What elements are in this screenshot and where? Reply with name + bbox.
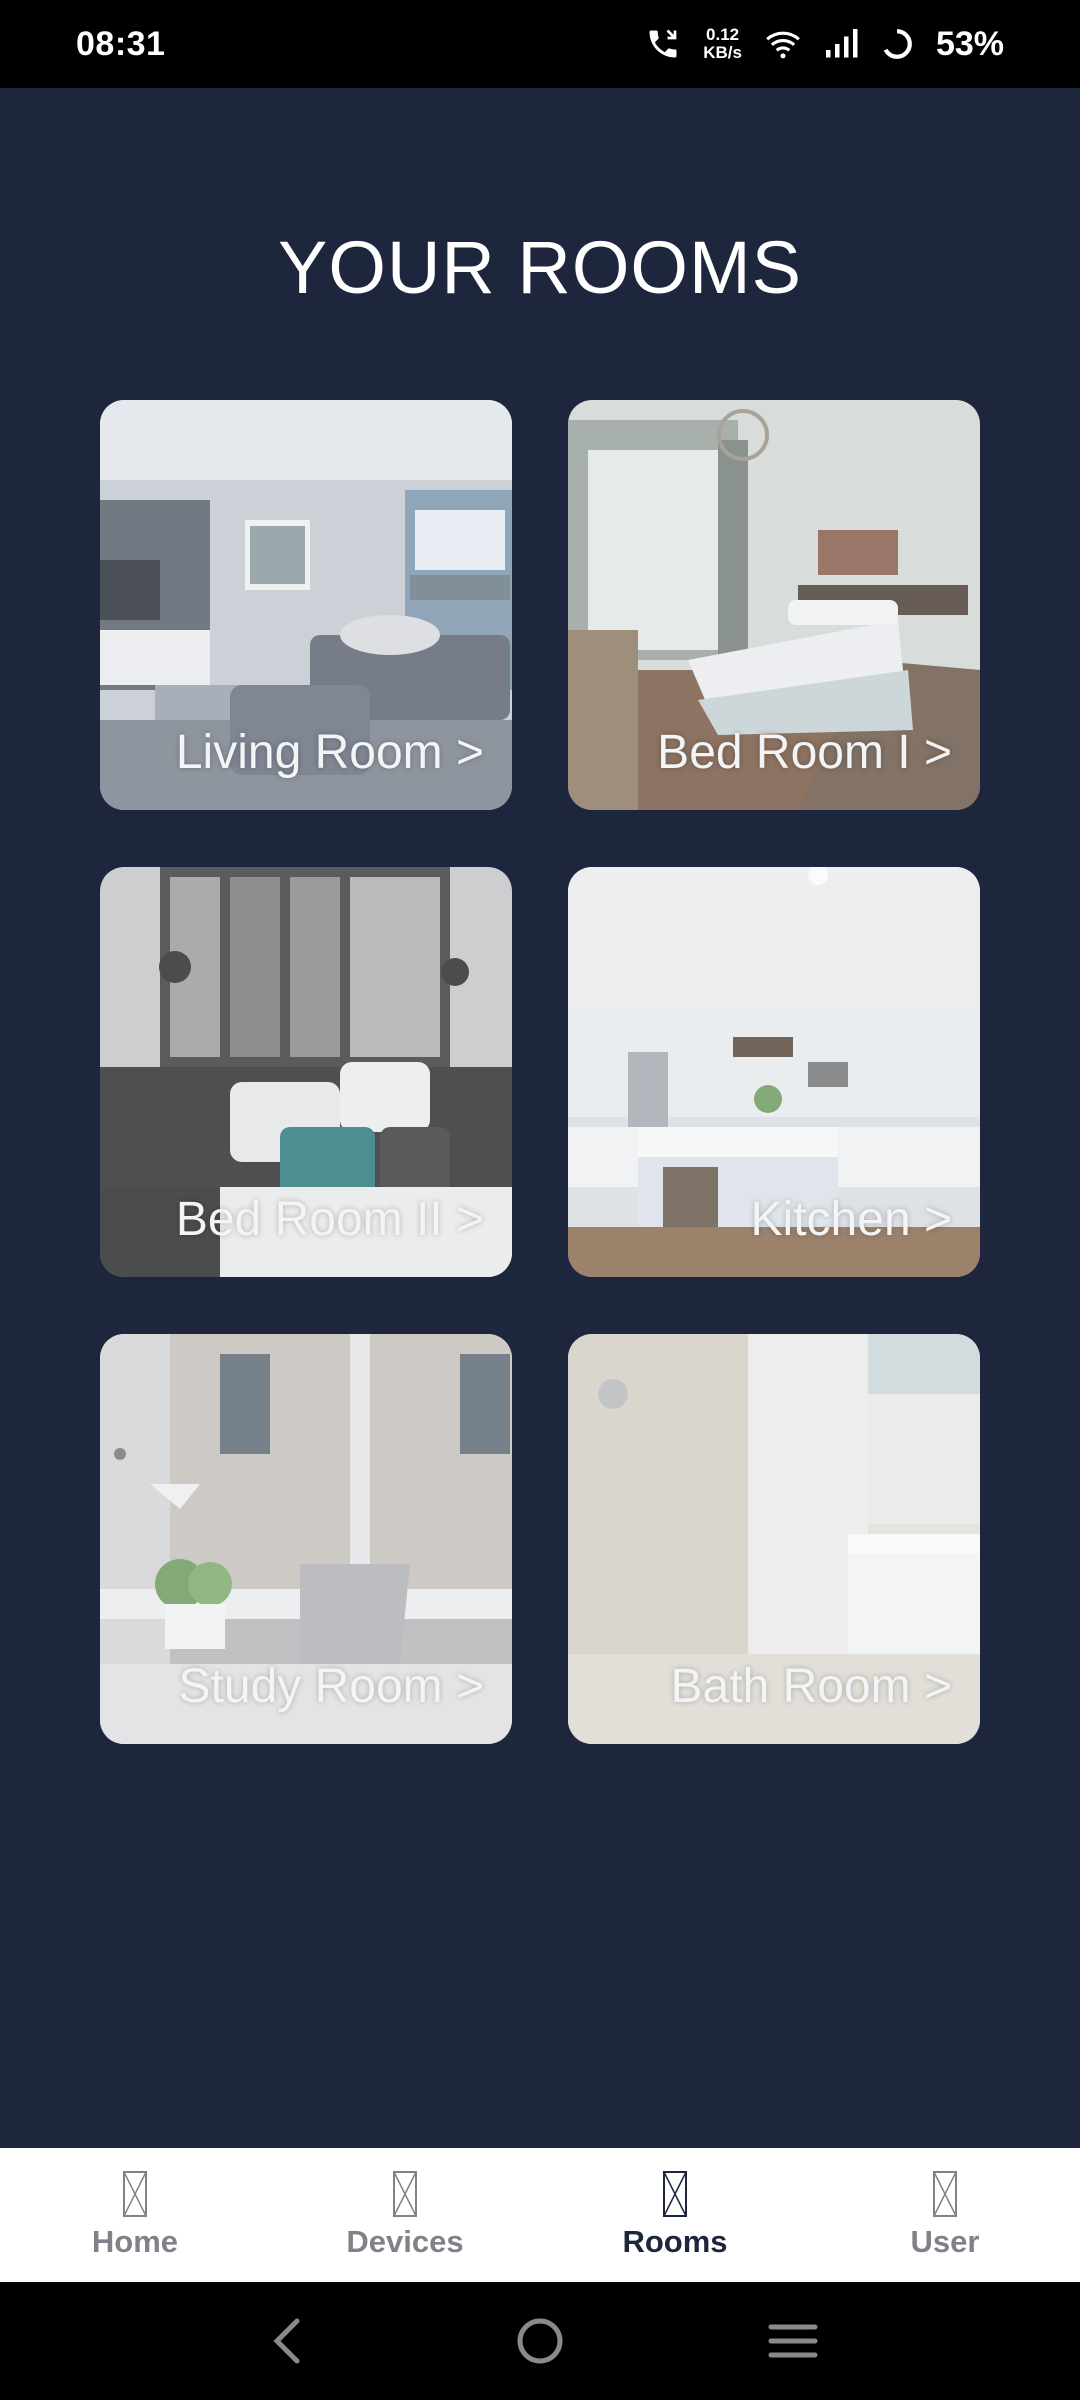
signal-icon xyxy=(824,29,858,59)
room-card-study-room[interactable]: Study Room > xyxy=(100,1334,512,1744)
battery-percent: 53% xyxy=(935,24,1004,63)
nav-label-rooms: Rooms xyxy=(622,2224,728,2259)
home-icon xyxy=(123,2171,147,2217)
room-card-living-room[interactable]: Living Room > xyxy=(100,400,512,810)
room-label-bed-room-2: Bed Room II > xyxy=(175,1193,484,1246)
room-card-kitchen[interactable]: Kitchen > xyxy=(568,867,980,1277)
nav-label-home: Home xyxy=(91,2224,179,2259)
status-time: 08:31 xyxy=(76,24,166,63)
room-card-bath-room[interactable]: Bath Room > xyxy=(568,1334,980,1744)
nav-label-devices: Devices xyxy=(346,2224,464,2259)
room-label-kitchen: Kitchen > xyxy=(750,1193,952,1246)
home-circle-icon xyxy=(517,2318,563,2364)
room-label-living-room: Living Room > xyxy=(175,726,484,779)
home-system-button[interactable] xyxy=(500,2301,580,2381)
net-speed: 0.12 KB/s xyxy=(703,26,742,62)
recents-button[interactable] xyxy=(753,2301,833,2381)
nav-item-rooms[interactable]: Rooms xyxy=(540,2148,810,2282)
user-icon xyxy=(933,2171,957,2217)
wifi-icon xyxy=(764,28,802,60)
page-title: YOUR ROOMS xyxy=(278,226,802,309)
back-icon xyxy=(273,2318,300,2364)
room-card-bed-room-2[interactable]: Bed Room II > xyxy=(100,867,512,1277)
devices-icon xyxy=(393,2171,417,2217)
bottom-nav: Home Devices Rooms User xyxy=(0,2148,1080,2282)
status-icons: 0.12 KB/s 53% xyxy=(645,25,1004,64)
nav-label-user: User xyxy=(910,2224,980,2259)
battery-ring-icon xyxy=(880,27,914,61)
nav-item-user[interactable]: User xyxy=(810,2148,1080,2282)
room-card-bed-room-1[interactable]: Bed Room I > xyxy=(568,400,980,810)
nav-item-home[interactable]: Home xyxy=(0,2148,270,2282)
back-button[interactable] xyxy=(247,2301,327,2381)
net-speed-value: 0.12 xyxy=(706,25,740,44)
call-icon xyxy=(645,26,681,62)
rooms-icon xyxy=(663,2171,687,2217)
status-bar: 08:31 0.12 KB/s 53% xyxy=(0,0,1080,88)
system-nav-bar xyxy=(0,2282,1080,2400)
net-speed-unit: KB/s xyxy=(703,43,742,62)
room-label-bed-room-1: Bed Room I > xyxy=(657,726,952,779)
menu-icon xyxy=(768,2324,818,2358)
nav-item-devices[interactable]: Devices xyxy=(270,2148,540,2282)
room-label-study-room: Study Room > xyxy=(178,1660,484,1713)
room-label-bath-room: Bath Room > xyxy=(670,1660,952,1713)
